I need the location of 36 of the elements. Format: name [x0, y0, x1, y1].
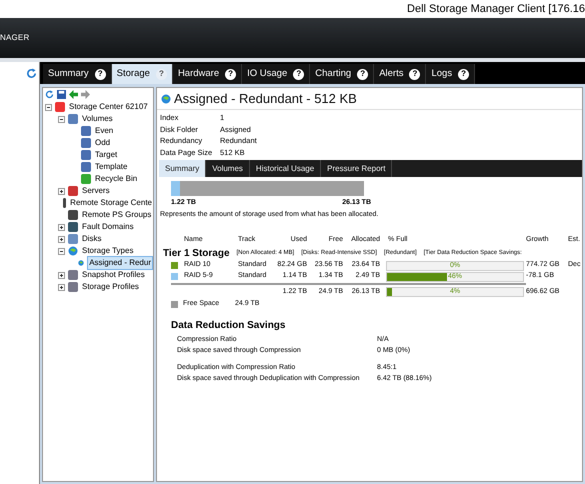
- tree-item[interactable]: Volumes: [81, 113, 114, 125]
- help-icon: ?: [94, 68, 106, 80]
- tree-item[interactable]: Servers: [81, 185, 111, 197]
- tree-item[interactable]: Storage Center 62107: [68, 101, 149, 113]
- tree-item[interactable]: Odd: [94, 137, 112, 149]
- window-title: Dell Storage Manager Client [176.16: [407, 2, 585, 17]
- main-tab[interactable]: Logs ?: [426, 64, 476, 84]
- main-tab[interactable]: Summary ?: [43, 64, 112, 84]
- tree-item[interactable]: Assigned - Redur: [87, 256, 153, 270]
- tree-item[interactable]: Template: [94, 161, 128, 173]
- help-icon: ?: [156, 68, 167, 80]
- detail-title: Assigned - Redundant - 512 KB: [174, 90, 357, 108]
- tree-item[interactable]: Storage Types: [81, 245, 134, 257]
- tree-item[interactable]: Remote PS Groups: [81, 209, 152, 221]
- tree-item[interactable]: Snapshot Profiles: [81, 269, 146, 281]
- main-tab[interactable]: IO Usage ?: [242, 64, 310, 84]
- detail-tab[interactable]: Summary: [159, 160, 206, 177]
- section-title: Data Reduction Savings: [171, 319, 286, 333]
- main-tab[interactable]: Alerts ?: [374, 64, 426, 84]
- help-icon: ?: [357, 68, 368, 80]
- main-tab[interactable]: Charting ?: [310, 64, 374, 84]
- tree-item[interactable]: Target: [94, 149, 118, 161]
- help-icon: ?: [225, 68, 236, 80]
- tree-item[interactable]: Recycle Bin: [94, 173, 138, 185]
- tree-item[interactable]: Even: [94, 125, 114, 137]
- tree-item[interactable]: Storage Profiles: [81, 281, 140, 293]
- tier-title: Tier 1 Storage: [163, 246, 230, 260]
- tree-item[interactable]: Remote Storage Cente: [69, 197, 153, 209]
- tree-item[interactable]: Disks: [81, 233, 103, 245]
- tree-item[interactable]: Fault Domains: [81, 221, 135, 233]
- help-icon: ?: [293, 68, 304, 80]
- help-icon: ?: [409, 68, 420, 80]
- help-icon: ?: [458, 68, 470, 80]
- main-tab[interactable]: Storage ?: [112, 64, 173, 84]
- main-tab[interactable]: Hardware ?: [172, 64, 242, 84]
- brand-text: NAGER: [0, 32, 30, 44]
